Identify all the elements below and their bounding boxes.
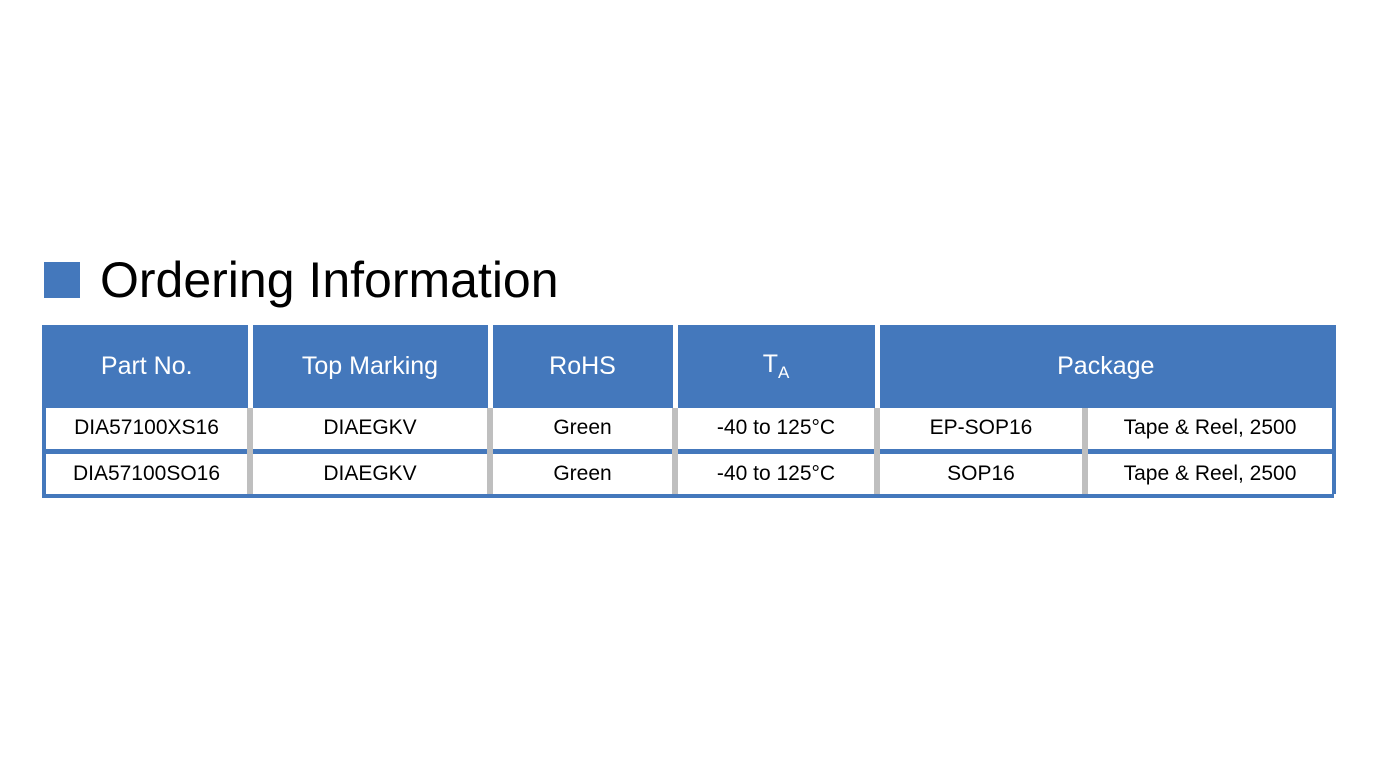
title-bullet-square-icon bbox=[44, 262, 80, 298]
table-row: DIA57100SO16 DIAEGKV Green -40 to 125°C … bbox=[46, 451, 1337, 494]
header-part-no-label: Part No. bbox=[100, 352, 193, 380]
cell-package-type: EP-SOP16 bbox=[877, 408, 1088, 454]
header-ta-subscript: A bbox=[777, 363, 790, 382]
cell-package-type: SOP16 bbox=[877, 451, 1088, 494]
cell-packing: Tape & Reel, 2500 bbox=[1085, 451, 1337, 494]
header-part-no: Part No. bbox=[46, 325, 253, 408]
table-header-row: Part No. Top Marking RoHS TA Package bbox=[46, 325, 1337, 408]
cell-rohs: Green bbox=[490, 451, 678, 494]
order-table: Part No. Top Marking RoHS TA Package DIA… bbox=[46, 325, 1337, 494]
cell-top-marking: DIAEGKV bbox=[250, 451, 493, 494]
header-top-marking-label: Top Marking bbox=[301, 352, 439, 380]
ordering-information-table: Part No. Top Marking RoHS TA Package DIA… bbox=[42, 325, 1337, 498]
header-rohs-label: RoHS bbox=[549, 352, 616, 380]
header-rohs: RoHS bbox=[490, 325, 678, 408]
header-package: Package bbox=[877, 325, 1337, 408]
header-ta-label: T bbox=[762, 350, 778, 378]
header-top-marking: Top Marking bbox=[250, 325, 493, 408]
cell-ta: -40 to 125°C bbox=[675, 451, 880, 494]
header-package-label: Package bbox=[1057, 352, 1155, 380]
table-header: Part No. Top Marking RoHS TA Package bbox=[46, 325, 1337, 408]
page-title-text: Ordering Information bbox=[100, 252, 559, 308]
cell-part-no: DIA57100XS16 bbox=[46, 408, 253, 454]
table-row: DIA57100XS16 DIAEGKV Green -40 to 125°C … bbox=[46, 408, 1337, 454]
table-body: DIA57100XS16 DIAEGKV Green -40 to 125°C … bbox=[46, 408, 1337, 494]
cell-top-marking: DIAEGKV bbox=[250, 408, 493, 454]
cell-ta: -40 to 125°C bbox=[675, 408, 880, 454]
cell-part-no: DIA57100SO16 bbox=[46, 451, 253, 494]
cell-rohs: Green bbox=[490, 408, 678, 454]
page-title: Ordering Information bbox=[44, 252, 559, 308]
header-ta: TA bbox=[675, 325, 880, 408]
cell-packing: Tape & Reel, 2500 bbox=[1085, 408, 1337, 454]
slide-canvas: Ordering Information Part No. Top Markin… bbox=[0, 0, 1388, 761]
